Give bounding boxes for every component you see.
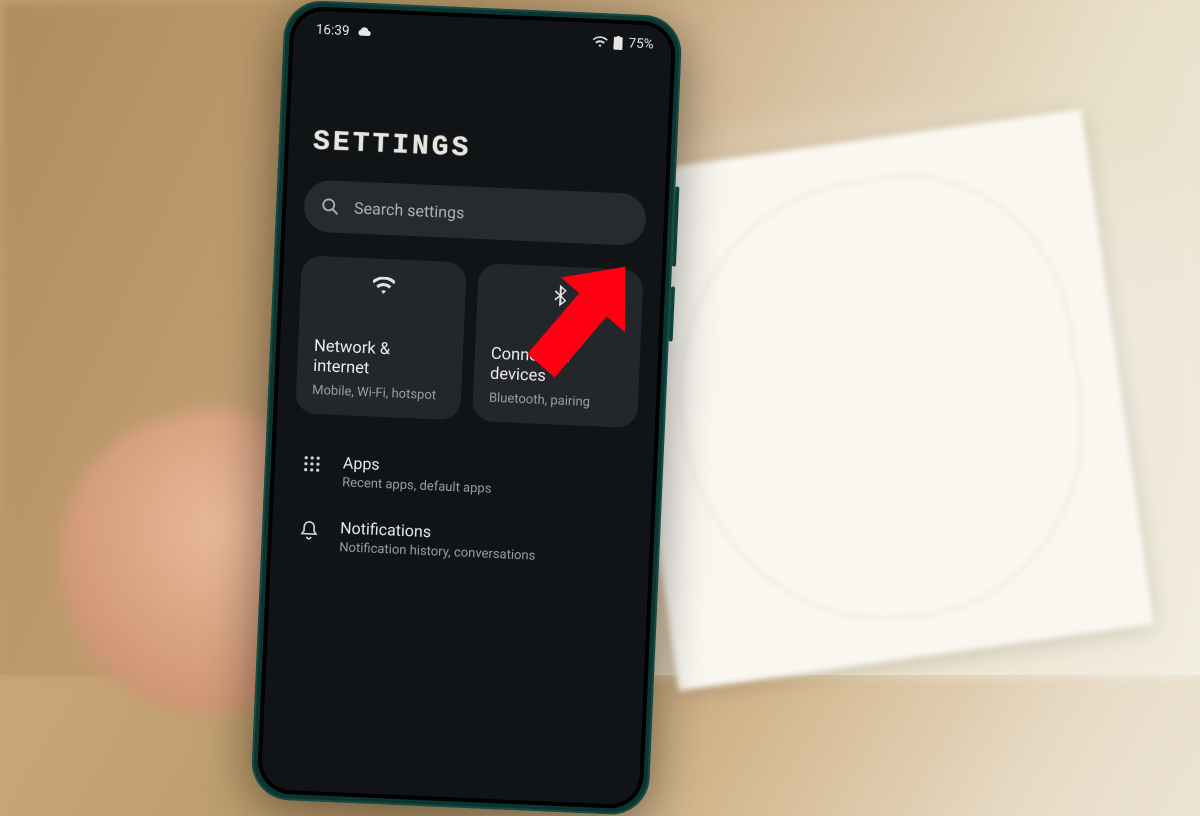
tile-network-internet[interactable]: Network & internet Mobile, Wi-Fi, hotspo… — [295, 255, 467, 420]
settings-list: Apps Recent apps, default apps Notificat… — [270, 430, 654, 582]
phone-bezel: 16:39 75% SETTINGS — [257, 6, 677, 810]
search-placeholder: Search settings — [354, 198, 465, 222]
tile-title: Network & internet — [313, 337, 448, 384]
bluetooth-icon — [493, 282, 627, 310]
tiles-row: Network & internet Mobile, Wi-Fi, hotspo… — [276, 231, 662, 447]
apps-grid-icon — [301, 451, 324, 473]
tile-title: Connected devices — [490, 344, 625, 391]
battery-icon — [613, 36, 623, 50]
row-title: Apps — [343, 453, 493, 479]
page-title: SETTINGS — [287, 48, 670, 195]
phone-frame: 16:39 75% SETTINGS — [250, 0, 683, 816]
status-time: 16:39 — [316, 22, 350, 39]
row-subtitle: Recent apps, default apps — [342, 475, 492, 497]
bell-icon — [298, 516, 321, 540]
tile-connected-devices[interactable]: Connected devices Bluetooth, pairing — [472, 263, 644, 428]
cloud-icon — [355, 25, 372, 38]
tile-subtitle: Mobile, Wi-Fi, hotspot — [312, 383, 446, 404]
wifi-icon — [592, 36, 608, 49]
battery-text: 75% — [628, 35, 654, 52]
background-paper — [606, 109, 1154, 691]
wifi-icon — [316, 274, 450, 298]
phone-screen: 16:39 75% SETTINGS — [261, 10, 673, 806]
tile-subtitle: Bluetooth, pairing — [489, 391, 623, 412]
search-icon — [320, 196, 341, 217]
